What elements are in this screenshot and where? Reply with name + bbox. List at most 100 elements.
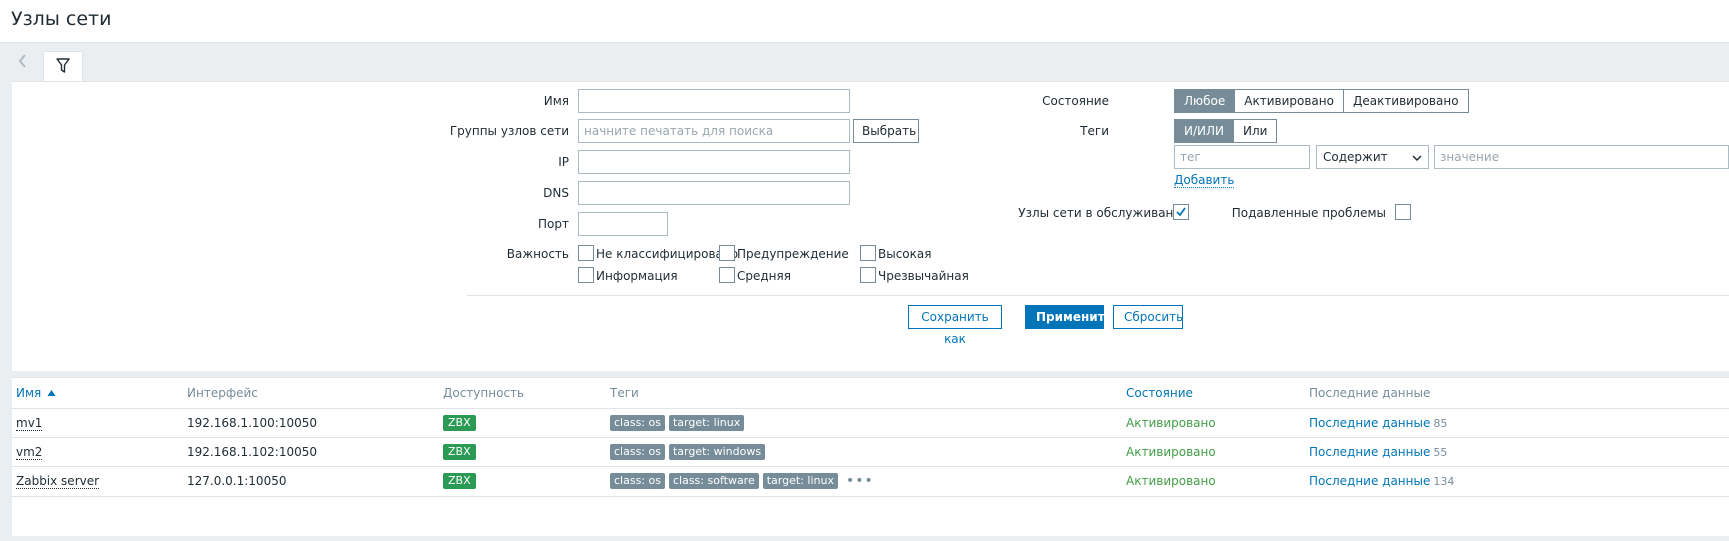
host-status-toggle[interactable]: Активировано	[1126, 416, 1216, 430]
severity-checkbox-warning[interactable]	[719, 245, 735, 261]
host-name-link[interactable]: Zabbix server	[16, 474, 100, 489]
tag-badge[interactable]: target: linux	[668, 415, 745, 431]
host-status-toggle[interactable]: Активировано	[1126, 474, 1216, 488]
tag-badge[interactable]: target: windows	[668, 444, 766, 460]
availability-zbx-badge[interactable]: ZBX	[443, 473, 476, 489]
column-header-latest-data: Последние данные	[1309, 386, 1431, 400]
column-header-availability: Доступность	[443, 386, 525, 400]
tag-name-input[interactable]	[1174, 145, 1310, 169]
latest-data-link[interactable]: Последние данные 85	[1309, 416, 1447, 430]
status-option-enabled[interactable]: Активировано	[1234, 89, 1344, 113]
column-header-status[interactable]: Состояние	[1126, 386, 1193, 400]
latest-data-count: 55	[1433, 446, 1448, 459]
column-header-name-label: Имя	[16, 386, 42, 400]
column-header-status-label: Состояние	[1126, 386, 1193, 400]
dns-label: DNS	[543, 186, 569, 200]
host-interface: 192.168.1.102:10050	[187, 445, 318, 459]
check-icon	[1176, 207, 1186, 217]
latest-data-link[interactable]: Последние данные 55	[1309, 445, 1447, 459]
tag-value-input[interactable]	[1434, 145, 1729, 169]
hosts-table: Имя Интерфейс Доступность Теги Состояние…	[12, 377, 1729, 536]
tag-badge[interactable]: class: os	[610, 415, 665, 431]
add-tag-link[interactable]: Добавить	[1174, 173, 1235, 188]
latest-data-label: Последние данные	[1309, 445, 1431, 459]
severity-high-label: Высокая	[878, 247, 932, 261]
tag-operator-select[interactable]: Содержит	[1316, 145, 1429, 169]
tags-operator-or[interactable]: Или	[1233, 119, 1278, 143]
severity-average-label: Средняя	[737, 269, 791, 283]
tag-badge[interactable]: class: software	[668, 473, 759, 489]
maintenance-checkbox[interactable]	[1173, 204, 1189, 220]
host-groups-input[interactable]	[578, 119, 850, 143]
status-segmented-control: Любое Активировано Деактивировано	[1174, 89, 1469, 113]
latest-data-label: Последние данные	[1309, 474, 1431, 488]
tags-operator-and-or[interactable]: И/ИЛИ	[1174, 119, 1234, 143]
host-name-text: Zabbix server	[16, 474, 100, 489]
tags-label: Теги	[1080, 124, 1109, 138]
sort-ascending-icon	[47, 390, 56, 396]
filter-divider	[467, 295, 1729, 296]
latest-data-count: 85	[1433, 417, 1448, 430]
add-tag-link-text: Добавить	[1174, 173, 1235, 188]
reset-button[interactable]: Сбросить	[1113, 305, 1183, 329]
apply-button[interactable]: Применить	[1025, 305, 1112, 329]
column-header-interface: Интерфейс	[187, 386, 258, 400]
host-name-text: mv1	[16, 416, 43, 431]
tag-badge[interactable]: class: os	[610, 444, 665, 460]
tag-badge[interactable]: class: os	[610, 473, 665, 489]
host-groups-label: Группы узлов сети	[449, 124, 569, 138]
table-row: vm2 192.168.1.102:10050 ZBX class: os ta…	[12, 437, 1729, 467]
host-name-text: vm2	[16, 445, 43, 460]
save-as-button[interactable]: Сохранить как	[908, 305, 1002, 346]
column-header-name[interactable]: Имя	[16, 386, 56, 400]
host-name-link[interactable]: mv1	[16, 416, 43, 431]
port-label: Порт	[538, 217, 569, 231]
chevron-left-icon[interactable]	[16, 52, 30, 70]
latest-data-label: Последние данные	[1309, 416, 1431, 430]
host-tags: class: os target: windows	[610, 444, 766, 460]
dns-input[interactable]	[578, 181, 850, 205]
chevron-down-icon	[1412, 150, 1422, 172]
latest-data-count: 134	[1433, 475, 1455, 488]
availability-zbx-badge[interactable]: ZBX	[443, 415, 476, 431]
severity-not-classified-label: Не классифицировано	[596, 247, 739, 261]
severity-checkbox-not-classified[interactable]	[578, 245, 594, 261]
severity-information-label: Информация	[596, 269, 678, 283]
severity-checkbox-high[interactable]	[860, 245, 876, 261]
table-row: Zabbix server 127.0.0.1:10050 ZBX class:…	[12, 466, 1729, 497]
severity-checkbox-disaster[interactable]	[860, 267, 876, 283]
host-name-link[interactable]: vm2	[16, 445, 43, 460]
host-tags: class: os target: linux	[610, 415, 745, 431]
tags-operator-control: И/ИЛИ Или	[1174, 119, 1278, 143]
select-host-groups-button[interactable]: Выбрать	[853, 119, 919, 143]
host-status-toggle[interactable]: Активировано	[1126, 445, 1216, 459]
severity-label: Важность	[506, 247, 569, 261]
more-tags-icon[interactable]: •••	[846, 474, 874, 488]
severity-checkbox-information[interactable]	[578, 267, 594, 283]
page-header: Узлы сети	[0, 0, 1729, 43]
filter-funnel-icon	[56, 58, 70, 73]
host-interface: 127.0.0.1:10050	[187, 474, 287, 488]
status-option-disabled[interactable]: Деактивировано	[1342, 89, 1469, 113]
filter-tab-strip	[12, 43, 1729, 82]
tag-badge[interactable]: target: linux	[762, 473, 838, 489]
host-tags: class: os class: software target: linux …	[610, 473, 874, 489]
tag-operator-value: Содержит	[1323, 150, 1388, 164]
port-input[interactable]	[578, 212, 668, 236]
tab-filter[interactable]	[43, 51, 83, 82]
host-interface: 192.168.1.100:10050	[187, 416, 318, 430]
maintenance-label: Узлы сети в обслуживании	[1018, 206, 1189, 220]
page-title: Узлы сети	[11, 8, 112, 30]
filter-panel: Имя Группы узлов сети Выбрать IP DNS Пор…	[12, 81, 1729, 371]
ip-input[interactable]	[578, 150, 850, 174]
table-row: mv1 192.168.1.100:10050 ZBX class: os ta…	[12, 408, 1729, 438]
ip-label: IP	[558, 155, 569, 169]
status-option-any[interactable]: Любое	[1174, 89, 1236, 113]
status-label: Состояние	[1042, 94, 1109, 108]
severity-disaster-label: Чрезвычайная	[878, 269, 969, 283]
severity-checkbox-average[interactable]	[719, 267, 735, 283]
availability-zbx-badge[interactable]: ZBX	[443, 444, 476, 460]
suppressed-problems-checkbox[interactable]	[1395, 204, 1411, 220]
latest-data-link[interactable]: Последние данные 134	[1309, 474, 1454, 488]
name-input[interactable]	[578, 89, 850, 113]
